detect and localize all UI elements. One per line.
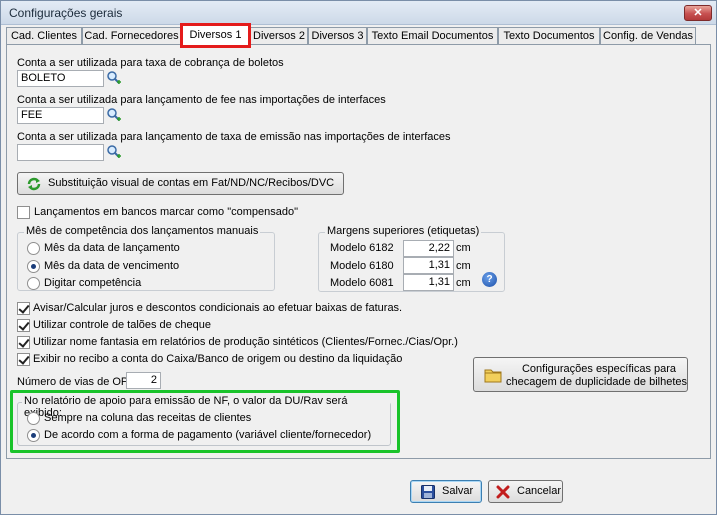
tab-cad-fornecedores[interactable]: Cad. Fornecedores bbox=[82, 27, 181, 45]
tab-diversos-2[interactable]: Diversos 2 bbox=[250, 27, 308, 45]
account-emissao-input[interactable] bbox=[17, 144, 104, 161]
config-duplicidade-button[interactable]: Configurações específicas para checagem … bbox=[473, 357, 688, 392]
radio-coluna-receitas-label: Sempre na coluna das receitas de cliente… bbox=[44, 412, 252, 424]
margens-group: Margens superiores (etiquetas) Modelo 61… bbox=[318, 225, 505, 292]
tab-panel-diversos-1: Conta a ser utilizada para taxa de cobra… bbox=[6, 44, 711, 459]
margem-6182-unit: cm bbox=[456, 242, 471, 254]
help-icon[interactable]: ? bbox=[482, 272, 497, 287]
radio-data-lancamento[interactable] bbox=[27, 242, 40, 255]
margens-legend: Margens superiores (etiquetas) bbox=[325, 225, 482, 237]
vias-op-label: Número de vias de OP bbox=[17, 376, 129, 388]
tab-texto-email-documentos[interactable]: Texto Email Documentos bbox=[367, 27, 498, 45]
account-fee-label: Conta a ser utilizada para lançamento de… bbox=[17, 94, 386, 106]
margem-6180-unit: cm bbox=[456, 260, 471, 272]
tab-diversos-1[interactable]: Diversos 1 bbox=[180, 23, 251, 48]
margem-6180-label: Modelo 6180 bbox=[330, 260, 394, 272]
window-title: Configurações gerais bbox=[9, 6, 123, 20]
margem-6182-label: Modelo 6182 bbox=[330, 242, 394, 254]
margem-6182-input[interactable]: 2,22 bbox=[403, 240, 454, 257]
radio-data-vencimento[interactable] bbox=[27, 260, 40, 273]
floppy-disk-icon bbox=[421, 485, 435, 499]
radio-forma-pagamento-label: De acordo com a forma de pagamento (vari… bbox=[44, 429, 372, 441]
radio-digitar-competencia[interactable] bbox=[27, 277, 40, 290]
folder-icon bbox=[484, 369, 502, 383]
exibir-conta-recibo-checkbox[interactable] bbox=[17, 353, 30, 366]
search-icon[interactable] bbox=[106, 107, 123, 124]
margem-6081-unit: cm bbox=[456, 277, 471, 289]
substitution-button-label: Substituição visual de contas em Fat/ND/… bbox=[48, 177, 335, 189]
juros-descontos-label: Avisar/Calcular juros e descontos condic… bbox=[33, 302, 403, 314]
search-icon[interactable] bbox=[106, 144, 123, 161]
settings-window: Configurações gerais ✕ Cad. Clientes Cad… bbox=[0, 0, 717, 515]
title-bar: Configurações gerais ✕ bbox=[1, 1, 716, 25]
margem-6180-input[interactable]: 1,31 bbox=[403, 257, 454, 274]
competencia-legend: Mês de competência dos lançamentos manua… bbox=[24, 225, 261, 237]
account-boleto-label: Conta a ser utilizada para taxa de cobra… bbox=[17, 57, 284, 69]
config-duplicidade-line1: Configurações específicas para bbox=[521, 363, 677, 375]
radio-data-lancamento-label: Mês da data de lançamento bbox=[44, 242, 180, 254]
account-emissao-label: Conta a ser utilizada para lançamento de… bbox=[17, 131, 451, 143]
exibir-conta-recibo-label: Exibir no recibo a conta do Caixa/Banco … bbox=[33, 353, 403, 365]
bank-compensado-checkbox[interactable] bbox=[17, 206, 30, 219]
refresh-icon bbox=[27, 177, 41, 191]
cancel-button-label: Cancelar bbox=[517, 485, 562, 497]
cancel-x-icon bbox=[496, 485, 510, 499]
taloes-cheque-label: Utilizar controle de talões de cheque bbox=[33, 319, 211, 331]
config-duplicidade-line2: checagem de duplicidade de bilhetes bbox=[505, 376, 688, 388]
cancel-button[interactable]: Cancelar bbox=[488, 480, 563, 503]
tab-config-de-vendas[interactable]: Config. de Vendas bbox=[600, 27, 696, 45]
account-fee-input[interactable]: FEE bbox=[17, 107, 104, 124]
nome-fantasia-label: Utilizar nome fantasia em relatórios de … bbox=[33, 336, 458, 348]
save-button-label: Salvar bbox=[442, 485, 474, 497]
competencia-group: Mês de competência dos lançamentos manua… bbox=[17, 225, 275, 291]
radio-data-vencimento-label: Mês da data de vencimento bbox=[44, 260, 180, 272]
tab-cad-clientes[interactable]: Cad. Clientes bbox=[6, 27, 82, 45]
close-button[interactable]: ✕ bbox=[684, 5, 712, 21]
nf-group: No relatório de apoio para emissão de NF… bbox=[17, 395, 391, 446]
tab-texto-documentos[interactable]: Texto Documentos bbox=[498, 27, 600, 45]
tab-diversos-3[interactable]: Diversos 3 bbox=[308, 27, 367, 45]
radio-forma-pagamento[interactable] bbox=[27, 429, 40, 442]
radio-digitar-competencia-label: Digitar competência bbox=[44, 277, 142, 289]
search-icon[interactable] bbox=[106, 70, 123, 87]
juros-descontos-checkbox[interactable] bbox=[17, 302, 30, 315]
save-button[interactable]: Salvar bbox=[410, 480, 482, 503]
margem-6081-label: Modelo 6081 bbox=[330, 277, 394, 289]
substitution-button[interactable]: Substituição visual de contas em Fat/ND/… bbox=[17, 172, 344, 195]
taloes-cheque-checkbox[interactable] bbox=[17, 319, 30, 332]
account-boleto-input[interactable]: BOLETO bbox=[17, 70, 104, 87]
nome-fantasia-checkbox[interactable] bbox=[17, 336, 30, 349]
bank-compensado-label: Lançamentos em bancos marcar como "compe… bbox=[34, 206, 298, 218]
tab-strip: Cad. Clientes Cad. Fornecedores Diversos… bbox=[6, 23, 713, 48]
radio-coluna-receitas[interactable] bbox=[27, 412, 40, 425]
margem-6081-input[interactable]: 1,31 bbox=[403, 274, 454, 291]
vias-op-input[interactable]: 2 bbox=[126, 372, 161, 389]
